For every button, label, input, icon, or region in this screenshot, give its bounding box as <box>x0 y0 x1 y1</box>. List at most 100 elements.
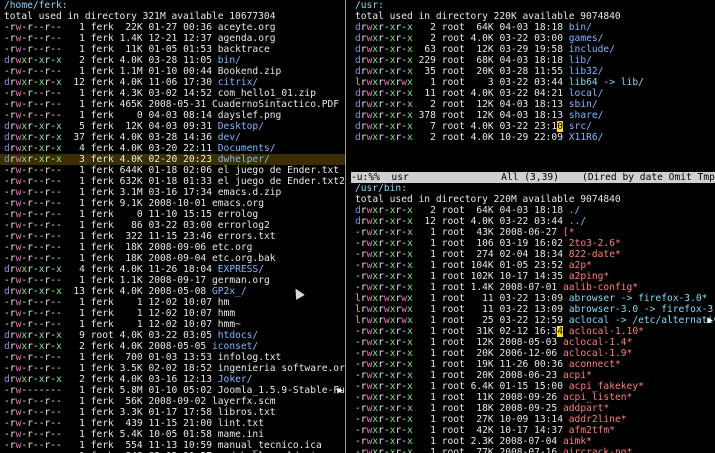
file-name[interactable]: share/ <box>569 110 604 121</box>
file-name[interactable]: Documents/ <box>218 143 276 154</box>
file-row[interactable]: drwxr-xr-xdrwxr-xr-x 5 ferk 12K 04-03 09… <box>0 121 345 132</box>
file-name[interactable]: ingenieria software.org <box>218 363 345 374</box>
file-row[interactable]: drwxr-xr-xdrwxr-xr-x 2 root 64K 04-03 18… <box>351 22 715 33</box>
file-name[interactable]: afm2tfm* <box>569 425 615 436</box>
file-row[interactable]: lrwxrwxrwxlrwxrwxrwx 1 root 25 03-22 12:… <box>351 315 715 326</box>
file-row[interactable]: -rwxr-xr-x-rwxr-xr-x 1 root 1.4K 2008-07… <box>351 282 715 293</box>
file-row[interactable]: -rw-r--r---rw-r--r-- 1 ferk 18K 2008-09-… <box>0 253 345 264</box>
file-name[interactable]: bin/ <box>218 55 241 66</box>
file-name[interactable]: 822-date* <box>569 249 621 260</box>
file-row[interactable]: lrwxrwxrwxlrwxrwxrwx 1 root 11 03-22 13:… <box>351 293 715 304</box>
file-row[interactable]: -rw-r--r---rw-r--r-- 1 ferk 11K 01-05 01… <box>0 44 345 55</box>
file-name[interactable]: citrix/ <box>218 77 258 88</box>
file-name[interactable]: X11R6/ <box>569 132 604 143</box>
file-name[interactable]: lib/ <box>569 55 592 66</box>
file-name[interactable]: aclocal-1.4* <box>563 337 632 348</box>
file-row[interactable]: drwxr-xr-xdrwxr-xr-x 63 root 12K 03-29 1… <box>351 44 715 55</box>
file-row[interactable]: -rw--------rw------- 1 ferk 5.8M 01-10 0… <box>0 385 345 396</box>
file-name[interactable]: aalib-config* <box>563 282 638 293</box>
file-row[interactable]: -rw-r--r---rw-r--r-- 1 ferk 5.4K 10-05 0… <box>0 429 345 440</box>
file-row[interactable]: drwxr-xr-xdrwxr-xr-x 37 ferk 4.0K 03-28 … <box>0 132 345 143</box>
file-name[interactable]: lib32/ <box>569 66 604 77</box>
file-row[interactable]: drwxr-xr-xdrwxr-xr-x 229 root 68K 04-03 … <box>351 55 715 66</box>
file-name[interactable]: include/ <box>569 44 615 55</box>
file-name[interactable]: Joomla_1.5.9-Stable-Full_P <box>218 385 345 396</box>
file-row[interactable]: -rw-r--r---rw-r--r-- 1 ferk 632K 01-18 0… <box>0 176 345 187</box>
dired-pane-usr[interactable]: /usr: total used in directory 220K avail… <box>351 0 715 172</box>
file-name[interactable]: aclocal -> /etc/alternatives/a <box>569 315 715 326</box>
file-row[interactable]: -rw-r--r---rw-r--r-- 1 ferk 22K 01-27 00… <box>0 22 345 33</box>
file-row[interactable]: drwxr-xr-xdrwxr-xr-x 9 root 4.0K 03-22 0… <box>0 330 345 341</box>
file-name[interactable]: com_hello1_01.zip <box>218 88 316 99</box>
file-name[interactable]: ./ <box>569 205 581 216</box>
file-row[interactable]: -rw-r--r---rw-r--r-- 1 ferk 1 12-02 10:0… <box>0 308 345 319</box>
file-name[interactable]: el juego de Ender.txt2 <box>218 176 345 187</box>
file-row[interactable]: -rwxr-xr-x-rwxr-xr-x 1 root 11K 2008-09-… <box>351 392 715 403</box>
file-row[interactable]: drwxr-xr-xdrwxr-xr-x 35 root 20K 03-28 1… <box>351 66 715 77</box>
file-name[interactable]: errolog <box>218 209 258 220</box>
file-name[interactable]: aceyte.org <box>218 22 276 33</box>
file-row[interactable]: -rwxr-xr-x-rwxr-xr-x 1 root 18K 2008-09-… <box>351 403 715 414</box>
file-row[interactable]: drwxr-xr-xdrwxr-xr-x 2 ferk 4.0K 03-28 1… <box>0 55 345 66</box>
file-row[interactable]: -rwxr-xr-x-rwxr-xr-x 1 root 274 02-04 18… <box>351 249 715 260</box>
file-name[interactable]: lint.txt <box>218 418 264 429</box>
file-name[interactable]: Desktop/ <box>218 121 264 132</box>
file-row[interactable]: -rwxr-xr-x-rwxr-xr-x 1 root 12K 2008-05-… <box>351 337 715 348</box>
file-row[interactable]: -rw-r--r---rw-r--r-- 1 ferk 1.1K 2008-09… <box>0 275 345 286</box>
file-name[interactable]: layerfx.scm <box>212 396 276 407</box>
file-name[interactable]: agenda.org <box>218 33 276 44</box>
file-row[interactable]: -rwxr-xr-x-rwxr-xr-x 1 root 19K 11-26 00… <box>351 359 715 370</box>
file-name[interactable]: abrowser-3.0 -> firefox-3.0* <box>569 304 715 315</box>
file-row[interactable]: -rwxr-xr-x-rwxr-xr-x 1 root 104K 01-05 2… <box>351 260 715 271</box>
file-row[interactable]: drwxr-xr-xdrwxr-xr-x 2 root 12K 04-03 18… <box>351 99 715 110</box>
file-name[interactable]: hmm <box>218 308 235 319</box>
file-name[interactable]: etc.org <box>212 242 252 253</box>
file-row[interactable]: drwxr-xr-xdrwxr-xr-x 3 ferk 4.0K 02-20 2… <box>0 154 345 165</box>
file-row[interactable]: -rw-r--r---rw-r--r-- 1 ferk 9.1K 2008-10… <box>0 198 345 209</box>
file-row[interactable]: lrwxrwxrwxlrwxrwxrwx 1 root 11 03-22 13:… <box>351 304 715 315</box>
file-name[interactable]: a2ping* <box>569 271 609 282</box>
file-row[interactable]: -rw-r--r---rw-r--r-- 1 ferk 4.3K 03-02 1… <box>0 88 345 99</box>
file-name[interactable]: aconnect* <box>569 359 621 370</box>
file-name[interactable]: games/ <box>569 33 604 44</box>
file-row[interactable]: -rw-r--r---rw-r--r-- 1 ferk 439 11-15 21… <box>0 418 345 429</box>
file-name[interactable]: infolog.txt <box>218 352 282 363</box>
file-name[interactable]: 2to3-2.6* <box>569 238 621 249</box>
file-name[interactable]: [* <box>563 227 575 238</box>
file-row[interactable]: -rw-r--r---rw-r--r-- 1 ferk 0 04-03 08:1… <box>0 110 345 121</box>
file-name[interactable]: acpi_listen* <box>563 392 632 403</box>
file-name[interactable]: ../ <box>569 216 586 227</box>
file-name[interactable]: emacs.d.zip <box>218 187 282 198</box>
file-row[interactable]: -rw-r--r---rw-r--r-- 1 ferk 554 11-13 10… <box>0 440 345 451</box>
file-name[interactable]: libros.txt <box>218 407 276 418</box>
file-name[interactable]: GP2x_/ <box>212 286 247 297</box>
file-row[interactable]: drwxr-xr-xdrwxr-xr-x 12 ferk 4.0K 11-06 … <box>0 77 345 88</box>
file-row[interactable]: drwxr-xr-xdrwxr-xr-x 2 ferk 4.0K 03-16 1… <box>0 374 345 385</box>
file-name[interactable]: bin/ <box>569 22 592 33</box>
file-name[interactable]: mame.ini <box>218 429 264 440</box>
file-name[interactable]: backtrace <box>218 44 270 55</box>
file-name[interactable]: acpi* <box>563 370 592 381</box>
file-name[interactable]: htdocs/ <box>218 330 258 341</box>
file-row[interactable]: drwxr-xr-xdrwxr-xr-x 4 ferk 4.0K 03-20 2… <box>0 143 345 154</box>
file-name[interactable]: hmm~ <box>218 319 241 330</box>
file-row[interactable]: -rw-r--r---rw-r--r-- 1 ferk 56K 2008-09-… <box>0 396 345 407</box>
file-row[interactable]: -rw-r--r---rw-r--r-- 1 ferk 86 03-22 03:… <box>0 220 345 231</box>
file-name[interactable]: EXPRESS/ <box>218 264 264 275</box>
file-row[interactable]: -rwxr-xr-x-rwxr-xr-x 1 root 106 03-19 16… <box>351 238 715 249</box>
file-row[interactable]: -rw-r--r---rw-r--r-- 1 ferk 1.4K 12-21 1… <box>0 33 345 44</box>
file-row[interactable]: lrwxrwxrwxlrwxrwxrwx 1 root 3 03-22 03:4… <box>351 77 715 88</box>
file-row[interactable]: drwxr-xr-xdrwxr-xr-x 7 root 4.0K 03-22 2… <box>351 121 715 132</box>
file-name[interactable]: a2p* <box>569 260 592 271</box>
file-name[interactable]: errorlog2 <box>218 220 270 231</box>
file-name[interactable]: aclocal-1.10* <box>569 326 644 337</box>
dired-pane-usr-bin[interactable]: /usr/bin: total used in directory 220M a… <box>351 183 715 453</box>
file-row[interactable]: -rw-r--r---rw-r--r-- 1 ferk 465K 2008-05… <box>0 99 345 110</box>
file-name[interactable]: abrowser -> firefox-3.0* <box>569 293 708 304</box>
file-row[interactable]: -rwxr-xr-x-rwxr-xr-x 1 root 20K 2008-06-… <box>351 370 715 381</box>
file-name[interactable]: dayslef.png <box>218 110 282 121</box>
file-row[interactable]: drwxr-xr-xdrwxr-xr-x 11 root 4.0K 03-22 … <box>351 88 715 99</box>
file-row[interactable]: drwxr-xr-xdrwxr-xr-x 2 root 4.0K 03-22 0… <box>351 33 715 44</box>
file-row[interactable]: -rw-r--r---rw-r--r-- 1 ferk 1 12-02 10:0… <box>0 297 345 308</box>
file-row[interactable]: -rw-r--r---rw-r--r-- 1 ferk 18K 2008-09-… <box>0 242 345 253</box>
